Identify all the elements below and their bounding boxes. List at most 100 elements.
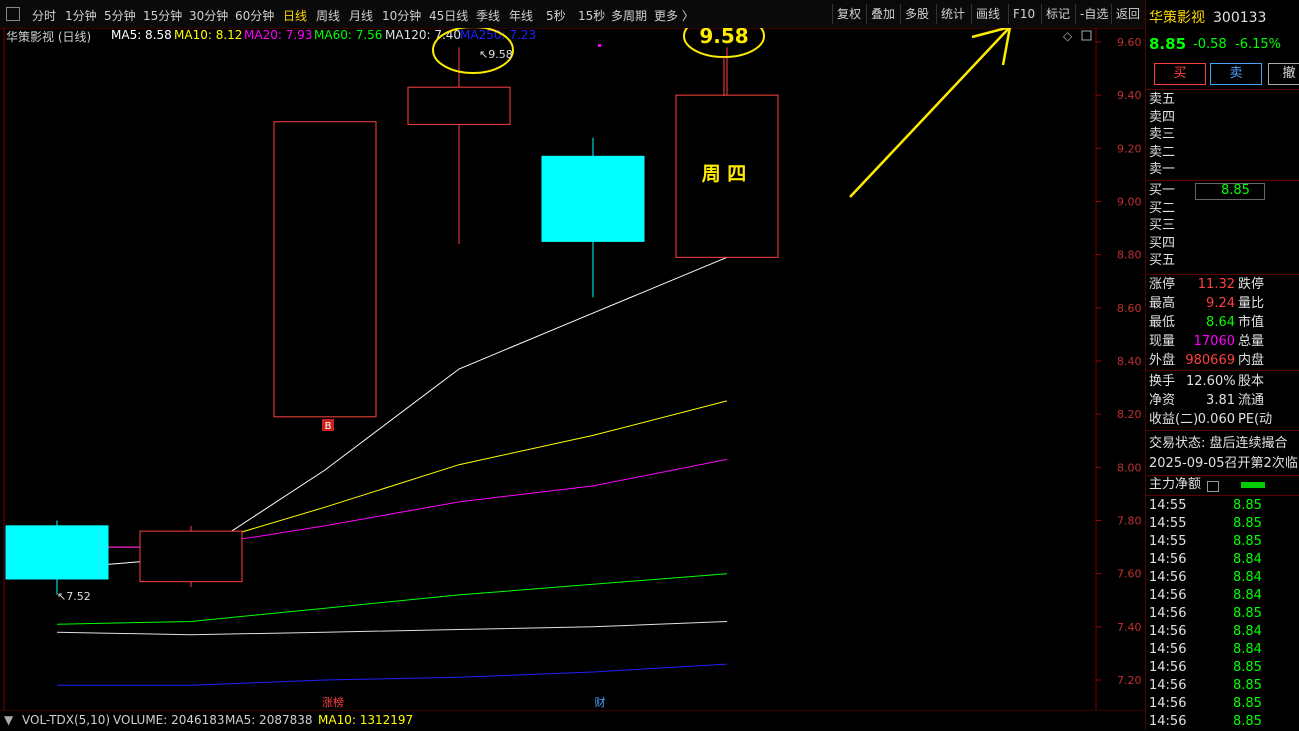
y-tick-label: 7.80 bbox=[1117, 515, 1142, 528]
tab-60min[interactable]: 60分钟 bbox=[235, 7, 274, 24]
stat-label: 涨停 bbox=[1149, 277, 1176, 292]
divider bbox=[1146, 180, 1299, 181]
stat-label: 最高 bbox=[1149, 296, 1176, 311]
tick-price: 8.85 bbox=[1233, 678, 1262, 693]
tab-quarterly[interactable]: 季线 bbox=[476, 7, 500, 24]
tab-yearly[interactable]: 年线 bbox=[509, 7, 533, 24]
tab-30min[interactable]: 30分钟 bbox=[189, 7, 228, 24]
f10-button[interactable]: F10 bbox=[1008, 4, 1039, 24]
price-change: -0.58 bbox=[1193, 37, 1227, 52]
vol-value: VOLUME: 2046183 bbox=[113, 713, 225, 727]
tab-15min[interactable]: 15分钟 bbox=[143, 7, 182, 24]
back-button[interactable]: 返回 bbox=[1111, 4, 1144, 24]
tick-time: 14:56 bbox=[1149, 570, 1187, 585]
tick-price: 8.85 bbox=[1233, 516, 1262, 531]
y-tick-label: 8.20 bbox=[1117, 408, 1142, 421]
tab-more[interactable]: 更多 〉 bbox=[654, 7, 694, 24]
stock-code: 300133 bbox=[1213, 10, 1267, 26]
buy-button[interactable]: 买 bbox=[1154, 63, 1206, 85]
stat-value: 11.32 bbox=[1197, 277, 1235, 292]
tick-time: 14:55 bbox=[1149, 516, 1187, 531]
tab-multi-period[interactable]: 多周期 bbox=[611, 7, 647, 24]
y-tick-label: 7.20 bbox=[1117, 674, 1142, 687]
sell-button[interactable]: 卖 bbox=[1210, 63, 1262, 85]
kline-chart[interactable]: 9.60 9.40 9.20 9.00 8.80 8.60 8.40 8.20 8.00 7.80… bbox=[0, 28, 1145, 710]
tab-monthly[interactable]: 月线 bbox=[349, 7, 373, 24]
tab-1min[interactable]: 1分钟 bbox=[65, 7, 97, 24]
y-tick-label: 8.80 bbox=[1117, 249, 1142, 262]
bid-level-label: 买二 bbox=[1149, 200, 1176, 216]
bid-level-label: 买四 bbox=[1149, 235, 1176, 251]
price-change-pct: -6.15% bbox=[1235, 37, 1281, 52]
y-tick-label: 7.60 bbox=[1117, 568, 1142, 581]
ask-level-label: 卖四 bbox=[1149, 109, 1176, 125]
stock-name: 华策影视 bbox=[1149, 10, 1205, 26]
candle-body bbox=[541, 155, 645, 242]
stat-label: 市值 bbox=[1238, 315, 1265, 330]
bid-level-label: 买五 bbox=[1149, 253, 1176, 268]
tab-5min[interactable]: 5分钟 bbox=[104, 7, 136, 24]
list-icon[interactable] bbox=[1207, 481, 1219, 492]
chevron-down-icon[interactable]: ▼ bbox=[4, 713, 13, 727]
window-icon bbox=[1081, 30, 1092, 41]
divider bbox=[1146, 370, 1299, 371]
ma-line-ma120 bbox=[56, 621, 728, 636]
stat-label: 外盘 bbox=[1149, 353, 1176, 368]
main-flow-label: 主力净额 bbox=[1149, 477, 1202, 492]
ask-level-label: 卖一 bbox=[1149, 162, 1176, 177]
divider bbox=[1146, 495, 1299, 496]
tab-10min[interactable]: 10分钟 bbox=[382, 7, 421, 24]
tick-time: 14:56 bbox=[1149, 660, 1187, 675]
tick-price: 8.84 bbox=[1233, 624, 1262, 639]
panel-toggle-icon[interactable] bbox=[6, 7, 20, 21]
divider bbox=[1146, 89, 1299, 90]
watchlist-button[interactable]: -自选 bbox=[1075, 4, 1112, 24]
adjust-button[interactable]: 复权 bbox=[832, 4, 865, 24]
tick-price: 8.85 bbox=[1233, 606, 1262, 621]
yellow-arrow-shaft bbox=[849, 28, 1011, 198]
quote-panel: 华策影视 300133 8.85 -0.58 -6.15% 买 卖 撤 卖五 卖四… bbox=[1145, 0, 1299, 730]
ma-line-ma5 bbox=[56, 256, 728, 569]
low-price-marker: ↖7.52 bbox=[57, 590, 91, 603]
stat-value: 9.24 bbox=[1206, 296, 1235, 311]
multi-stock-button[interactable]: 多股 bbox=[900, 4, 933, 24]
tick-time: 14:56 bbox=[1149, 624, 1187, 639]
draw-button[interactable]: 画线 bbox=[971, 4, 1004, 24]
vol-ma5: MA5: 2087838 bbox=[225, 713, 313, 727]
tick-time: 14:56 bbox=[1149, 552, 1187, 567]
overlay-button[interactable]: 叠加 bbox=[866, 4, 899, 24]
tick-time: 14:55 bbox=[1149, 534, 1187, 549]
stat-label: 现量 bbox=[1149, 334, 1176, 349]
divider bbox=[1146, 430, 1299, 431]
flow-bar bbox=[1241, 482, 1265, 488]
cancel-order-button[interactable]: 撤 bbox=[1268, 63, 1299, 85]
tick-time: 14:56 bbox=[1149, 714, 1187, 729]
tick-time: 14:56 bbox=[1149, 696, 1187, 711]
y-tick-label: 8.00 bbox=[1117, 461, 1142, 474]
volume-indicator-bar: ▼ VOL-TDX(5,10) VOLUME: 2046183 MA5: 208… bbox=[0, 710, 1145, 731]
y-tick-label: 8.40 bbox=[1117, 355, 1142, 368]
tab-weekly[interactable]: 周线 bbox=[316, 7, 340, 24]
tab-intraday[interactable]: 分时 bbox=[32, 7, 56, 24]
stats-button[interactable]: 统计 bbox=[936, 4, 969, 24]
candle-body bbox=[139, 530, 243, 583]
candle-body bbox=[407, 86, 511, 125]
mark-button[interactable]: 标记 bbox=[1041, 4, 1074, 24]
y-tick-label: 8.60 bbox=[1117, 302, 1142, 315]
stat-label: 换手 bbox=[1149, 374, 1176, 389]
stat-value: 17060 bbox=[1193, 334, 1235, 349]
y-tick-label: 9.20 bbox=[1117, 142, 1142, 155]
tab-daily[interactable]: 日线 bbox=[283, 7, 307, 24]
stat-value: 8.64 bbox=[1206, 315, 1235, 330]
tick-time: 14:55 bbox=[1149, 498, 1187, 513]
ask-level-label: 卖三 bbox=[1149, 127, 1176, 142]
stat-label: 股本 bbox=[1238, 374, 1265, 389]
tick-time: 14:56 bbox=[1149, 588, 1187, 603]
tab-15sec[interactable]: 15秒 bbox=[578, 7, 605, 24]
tab-45day[interactable]: 45日线 bbox=[429, 7, 468, 24]
financial-report-tag: 财 bbox=[595, 695, 606, 709]
tick-price: 8.85 bbox=[1233, 660, 1262, 675]
stat-label: 跌停 bbox=[1238, 277, 1265, 292]
tab-5sec[interactable]: 5秒 bbox=[546, 7, 566, 24]
stat-label: PE(动 bbox=[1238, 412, 1273, 427]
